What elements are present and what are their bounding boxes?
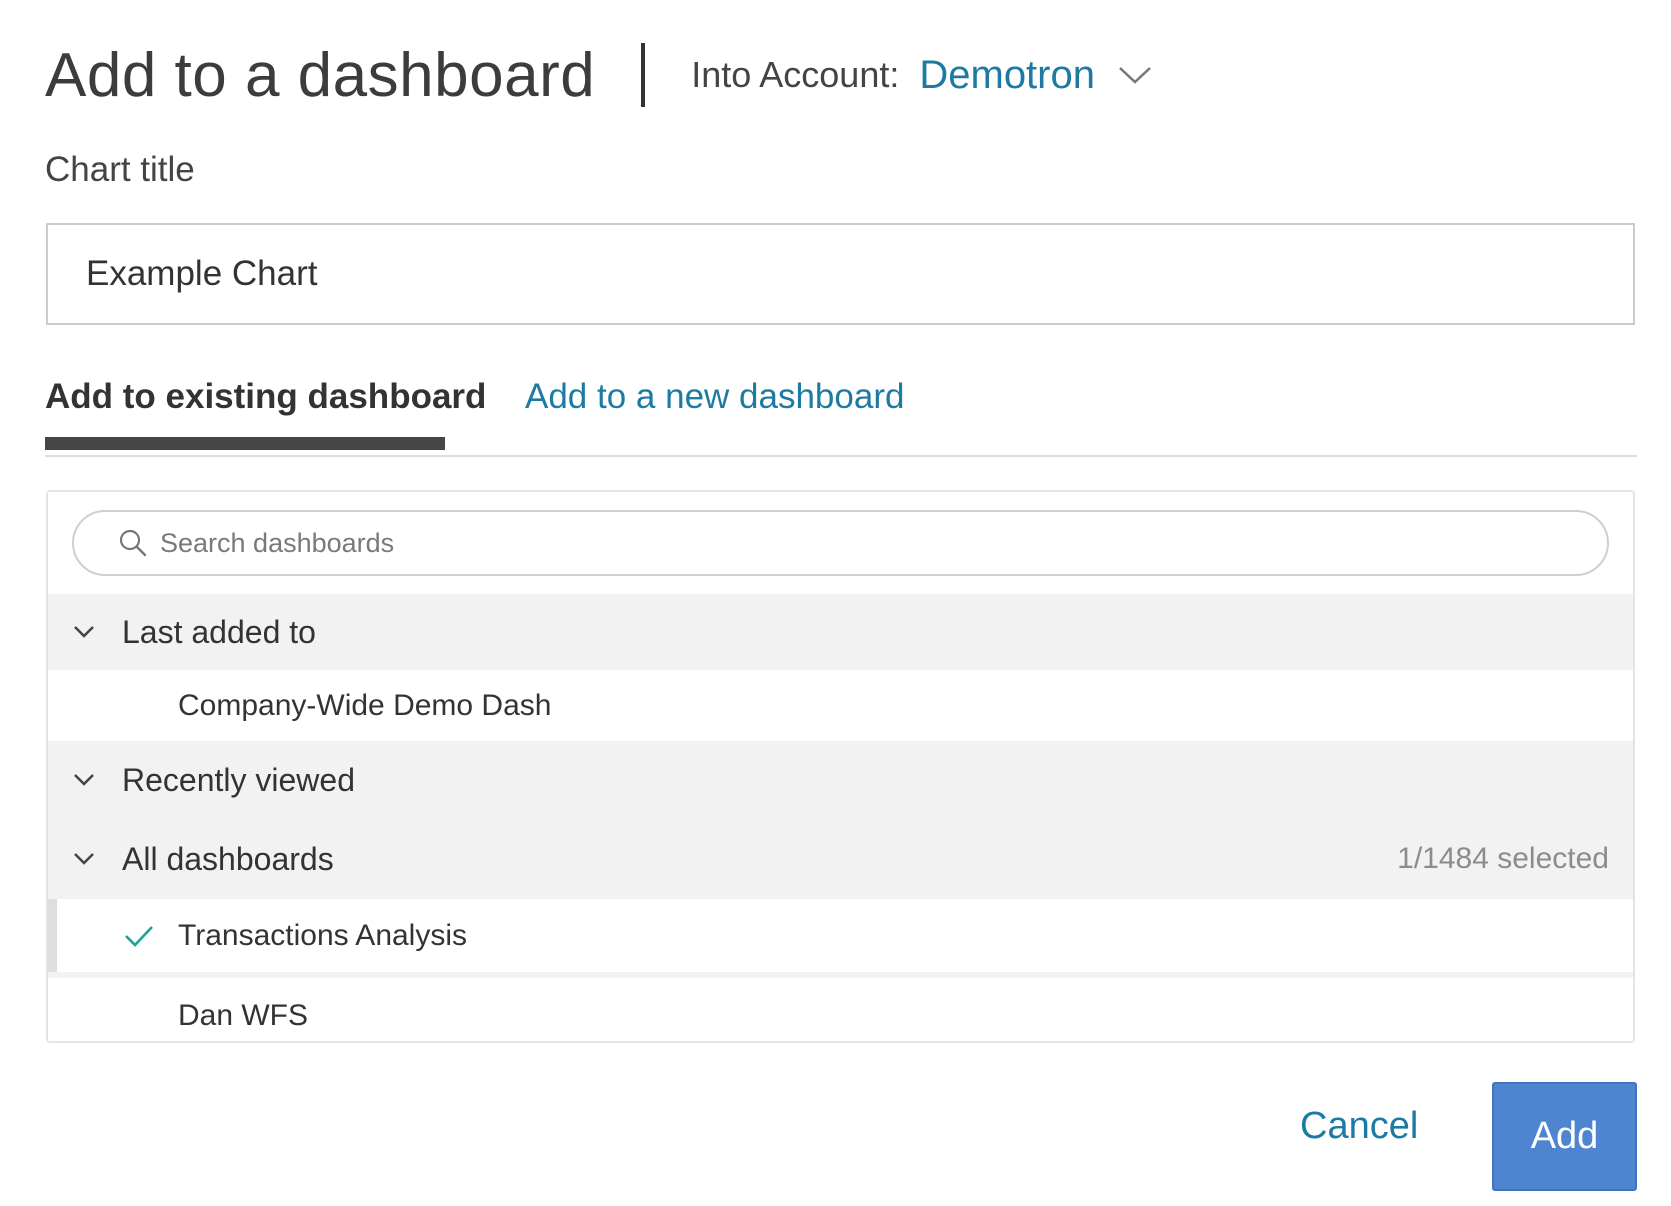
dashboard-tabs: Add to existing dashboard Add to a new d…	[45, 370, 1637, 457]
section-label: All dashboards	[122, 840, 334, 877]
dashboard-name: Transactions Analysis	[178, 918, 468, 952]
dashboard-name: Company-Wide Demo Dash	[178, 688, 552, 722]
chart-title-label: Chart title	[45, 150, 195, 189]
dialog-title: Add to a dashboard	[45, 40, 596, 110]
section-header-recently-viewed[interactable]: Recently viewed	[48, 741, 1633, 819]
dashboard-list-panel: Last added to Company-Wide Demo Dash Rec…	[46, 490, 1635, 1043]
dashboard-name: Dan WFS	[178, 998, 309, 1032]
list-item[interactable]: Company-Wide Demo Dash	[48, 670, 1633, 741]
search-icon	[119, 529, 147, 557]
search-box[interactable]	[72, 510, 1609, 576]
title-divider	[641, 43, 646, 107]
account-value: Demotron	[919, 52, 1095, 97]
tab-add-to-new-dashboard[interactable]: Add to a new dashboard	[525, 377, 904, 417]
chevron-down-icon	[1119, 67, 1151, 84]
account-dropdown[interactable]: Demotron	[919, 53, 1153, 98]
section-label: Last added to	[122, 613, 316, 650]
search-input[interactable]	[158, 526, 1562, 560]
selected-indicator	[48, 899, 57, 972]
dialog-header: Add to a dashboard Into Account: Demotro…	[45, 30, 1153, 120]
add-button[interactable]: Add	[1492, 1082, 1637, 1191]
chevron-down-icon	[74, 774, 94, 786]
chevron-down-icon	[74, 853, 94, 865]
selection-count: 1/1484 selected	[1397, 842, 1609, 875]
list-item-selected[interactable]: Transactions Analysis	[48, 899, 1633, 972]
chart-title-input[interactable]	[46, 223, 1635, 325]
section-header-all-dashboards[interactable]: All dashboards 1/1484 selected	[48, 819, 1633, 899]
cancel-button[interactable]: Cancel	[1300, 1105, 1418, 1148]
list-item[interactable]: Dan WFS	[48, 978, 1633, 1041]
section-label: Recently viewed	[122, 761, 355, 798]
account-label: Into Account:	[691, 54, 900, 95]
check-icon	[125, 925, 153, 947]
active-tab-indicator	[45, 437, 445, 450]
add-to-dashboard-dialog: Add to a dashboard Into Account: Demotro…	[0, 0, 1671, 1206]
section-header-last-added-to[interactable]: Last added to	[48, 594, 1633, 670]
chevron-down-icon	[74, 626, 94, 638]
tab-add-to-existing-dashboard[interactable]: Add to existing dashboard	[45, 377, 486, 417]
